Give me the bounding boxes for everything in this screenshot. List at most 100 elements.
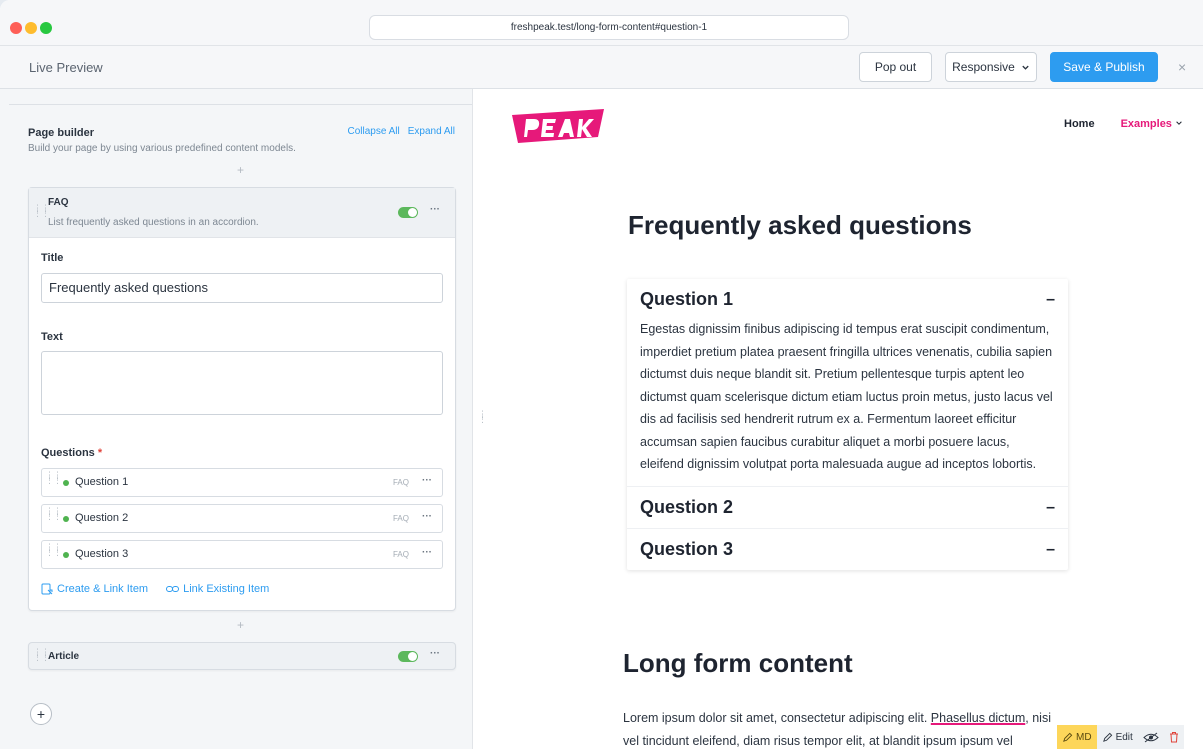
faq-block: ⋮⋮ ⋮⋮ FAQ List frequently asked questions… (28, 187, 456, 611)
faq-enabled-toggle[interactable] (398, 207, 418, 218)
close-window-button[interactable] (10, 22, 22, 34)
question-type: FAQ (392, 514, 409, 523)
drag-handle-icon[interactable]: ⋮⋮ ⋮⋮ (45, 471, 62, 485)
save-publish-button[interactable]: Save & Publish (1050, 52, 1158, 82)
page-preview: Home Examples Frequently asked questions… (486, 89, 1203, 749)
article-enabled-toggle[interactable] (398, 651, 418, 662)
link-existing-item-label: Link Existing Item (183, 583, 270, 595)
question-item[interactable]: ⋮⋮ ⋮⋮ Question 1 FAQ ··· (41, 468, 443, 497)
drag-handle-icon[interactable]: ⋮⋮ ⋮⋮ (33, 648, 50, 662)
page-builder-title: Page builder (28, 127, 95, 139)
long-form-paragraph: Lorem ipsum dolor sit amet, consectetur … (623, 707, 1059, 749)
article-block[interactable]: ⋮⋮ ⋮⋮ Article ··· (28, 642, 456, 670)
faq-accordion: Question 1 – Egestas dignissim finibus a… (627, 279, 1068, 570)
faq-heading: Frequently asked questions (628, 210, 972, 240)
browser-window: freshpeak.test/long-form-content#questio… (0, 0, 1203, 749)
article-block-name: Article (48, 651, 80, 662)
nav-examples-label: Examples (1120, 118, 1172, 130)
create-link-item-label: Create & Link Item (57, 583, 149, 595)
chevron-down-icon (1176, 121, 1182, 125)
eye-slash-icon (1143, 732, 1159, 742)
question-more-icon[interactable]: ··· (422, 475, 432, 486)
responsive-select[interactable]: Responsive (945, 52, 1037, 82)
required-asterisk: * (97, 447, 103, 459)
live-preview-title: Live Preview (29, 60, 103, 75)
pop-out-button[interactable]: Pop out (859, 52, 932, 82)
question-more-icon[interactable]: ··· (422, 511, 432, 522)
collapse-icon[interactable]: – (1046, 291, 1055, 309)
create-link-item-button[interactable]: Create & Link Item (41, 583, 148, 595)
collapse-icon[interactable]: – (1046, 499, 1055, 517)
drag-handle-icon[interactable]: ⋮⋮ ⋮⋮ (45, 543, 62, 557)
question-item[interactable]: ⋮⋮ ⋮⋮ Question 2 FAQ ··· (41, 504, 443, 533)
markdown-button[interactable]: MD (1057, 725, 1097, 749)
add-block-button[interactable]: + (30, 703, 52, 725)
collapse-all-link[interactable]: Collapse All (347, 126, 399, 137)
nav-examples-link[interactable]: Examples (1121, 118, 1183, 130)
editor-panel: Page builder Build your page by using va… (0, 89, 473, 749)
link-existing-item-button[interactable]: Link Existing Item (166, 583, 269, 595)
markdown-label: MD (1076, 731, 1092, 743)
responsive-label: Responsive (952, 60, 1015, 74)
visibility-button[interactable] (1137, 725, 1164, 749)
status-dot (63, 480, 69, 486)
live-preview-toolbar: Live Preview Pop out Responsive Save & P… (0, 46, 1203, 89)
drag-handle-icon[interactable]: ⋮⋮ ⋮⋮ (45, 507, 62, 521)
accordion-item[interactable]: Question 1 – Egestas dignissim finibus a… (627, 279, 1068, 487)
paragraph-text: Lorem ipsum dolor sit amet, consectetur … (623, 711, 931, 725)
title-field-label: Title (41, 252, 64, 264)
accordion-title[interactable]: Question 2 (640, 497, 1055, 518)
accordion-title[interactable]: Question 1 (640, 289, 1055, 310)
nav-home-link[interactable]: Home (1064, 118, 1095, 130)
question-label: Question 3 (75, 548, 129, 560)
faq-block-description: List frequently asked questions in an ac… (48, 217, 259, 228)
accordion-item[interactable]: Question 3 – (627, 529, 1068, 570)
page-builder-subtitle: Build your page by using various predefi… (28, 143, 296, 154)
expand-all-link[interactable]: Expand All (408, 126, 455, 137)
pencil-icon (1102, 732, 1112, 742)
collapse-icon[interactable]: – (1046, 541, 1055, 559)
question-more-icon[interactable]: ··· (422, 547, 432, 558)
add-block-above-icon[interactable]: + (237, 163, 244, 177)
peak-logo (512, 109, 604, 143)
questions-label-text: Questions (41, 447, 95, 459)
faq-block-header[interactable]: ⋮⋮ ⋮⋮ FAQ List frequently asked questions… (29, 188, 455, 238)
status-dot (63, 516, 69, 522)
status-dot (63, 552, 69, 558)
drag-handle-icon[interactable]: ⋮⋮ ⋮⋮ (33, 204, 50, 218)
trash-icon (1169, 732, 1178, 743)
divider (9, 104, 472, 105)
inline-edit-toolbar: MD Edit (1057, 725, 1184, 749)
accordion-body: Egestas dignissim finibus adipiscing id … (640, 322, 1053, 471)
delete-button[interactable] (1163, 725, 1184, 749)
long-form-heading: Long form content (623, 648, 853, 678)
text-field-label: Text (41, 331, 63, 343)
phasellus-link[interactable]: Phasellus dictum (931, 711, 1026, 725)
site-nav: Home Examples (1064, 118, 1183, 130)
question-label: Question 2 (75, 512, 129, 524)
maximize-window-button[interactable] (40, 22, 52, 34)
question-type: FAQ (392, 478, 409, 487)
text-textarea[interactable] (41, 351, 443, 415)
minimize-window-button[interactable] (25, 22, 37, 34)
edit-button[interactable]: Edit (1096, 725, 1138, 749)
pop-out-label: Pop out (874, 60, 917, 74)
chevron-down-icon (1022, 65, 1029, 70)
edit-label: Edit (1115, 731, 1133, 743)
address-bar[interactable]: freshpeak.test/long-form-content#questio… (369, 15, 849, 40)
article-more-icon[interactable]: ··· (430, 648, 440, 659)
accordion-title[interactable]: Question 3 (640, 539, 1055, 560)
pencil-icon (1063, 732, 1073, 742)
accordion-item[interactable]: Question 2 – (627, 487, 1068, 529)
title-bar: freshpeak.test/long-form-content#questio… (0, 0, 1203, 46)
question-item[interactable]: ⋮⋮ ⋮⋮ Question 3 FAQ ··· (41, 540, 443, 569)
close-preview-icon[interactable]: × (1178, 59, 1186, 75)
question-label: Question 1 (75, 476, 129, 488)
question-type: FAQ (392, 550, 409, 559)
link-actions: Create & Link Item Link Existing Item (41, 583, 269, 595)
title-input[interactable]: Frequently asked questions (41, 273, 443, 303)
add-block-between-icon[interactable]: + (237, 618, 244, 632)
faq-more-icon[interactable]: ··· (430, 204, 440, 215)
questions-field-label: Questions * (41, 447, 102, 459)
faq-block-name: FAQ (48, 197, 69, 208)
